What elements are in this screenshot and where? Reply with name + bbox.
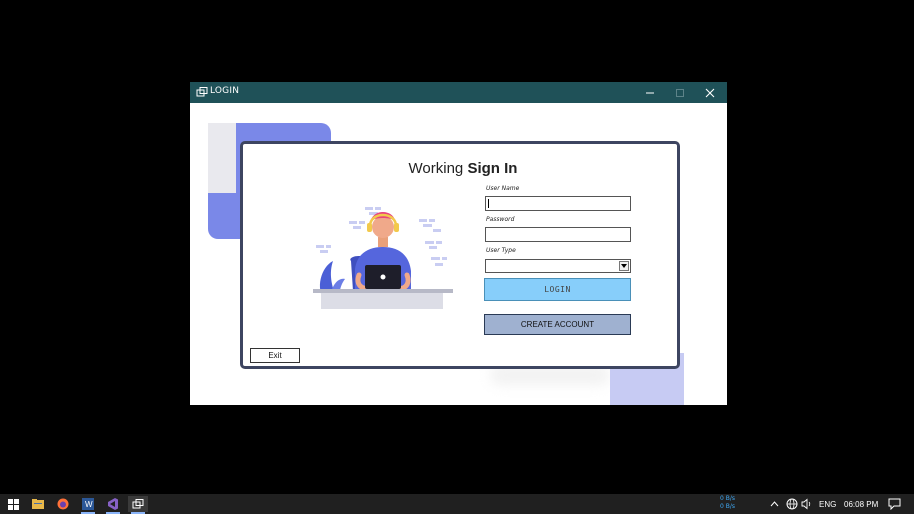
taskbar-firefox[interactable] [53, 496, 73, 512]
chevron-down-icon [621, 264, 627, 268]
chevron-up-icon[interactable] [770, 500, 779, 507]
heading-bold: Sign In [467, 160, 518, 177]
taskbar-word[interactable]: W [78, 496, 98, 514]
heading-regular: Working [408, 160, 464, 177]
speaker-icon[interactable] [801, 498, 813, 510]
usertype-select[interactable] [485, 259, 631, 273]
maximize-button[interactable] [665, 82, 695, 103]
firefox-icon [57, 498, 69, 510]
dropdown-button[interactable] [619, 261, 629, 271]
window-title: LOGIN [210, 86, 240, 96]
decorative-white-shape [684, 353, 727, 405]
windows-start-icon [7, 498, 19, 510]
minimize-icon [646, 92, 654, 93]
network-globe-icon[interactable] [786, 498, 798, 510]
username-input[interactable] [485, 196, 631, 211]
taskbar-login-app[interactable] [128, 496, 148, 514]
taskbar-visual-studio[interactable] [103, 496, 123, 514]
password-label: Password [486, 216, 515, 223]
decorative-gray-shape [208, 123, 236, 193]
password-input[interactable] [485, 227, 631, 242]
exit-button[interactable]: Exit [250, 348, 300, 363]
start-button[interactable] [3, 496, 23, 512]
clock[interactable]: 06:08 PM [844, 500, 878, 509]
svg-text:W: W [85, 500, 93, 509]
person-at-laptop-illustration [313, 207, 453, 309]
login-heading: Working Sign In [403, 160, 523, 177]
file-explorer-icon [32, 499, 44, 509]
taskbar: W 0 B/s 0 B/s ENG 06:08 PM [0, 494, 914, 514]
language-indicator[interactable]: ENG [819, 500, 836, 509]
app-window-icon [132, 499, 144, 509]
username-label: User Name [486, 185, 520, 192]
close-icon [705, 88, 715, 97]
login-card: Working Sign In User Name Password User … [240, 141, 680, 369]
create-account-button[interactable]: CREATE ACCOUNT [484, 314, 631, 335]
notification-icon[interactable] [888, 498, 901, 510]
net-down: 0 B/s [720, 503, 735, 510]
window-app-icon [196, 87, 208, 97]
word-icon: W [82, 498, 94, 510]
login-button[interactable]: LOGIN [484, 278, 631, 301]
window-client-area: Working Sign In User Name Password User … [190, 103, 727, 405]
desktop: LOGIN Working Sign In User Name Password… [0, 0, 914, 494]
visual-studio-icon [108, 498, 118, 510]
net-up: 0 B/s [720, 495, 735, 502]
close-button[interactable] [695, 82, 725, 103]
login-window: LOGIN Working Sign In User Name Password… [190, 82, 727, 405]
minimize-button[interactable] [635, 82, 665, 103]
usertype-label: User Type [486, 247, 516, 254]
network-speed: 0 B/s 0 B/s [720, 495, 735, 511]
title-bar[interactable]: LOGIN [190, 82, 727, 103]
maximize-icon [676, 88, 684, 97]
taskbar-file-explorer[interactable] [28, 496, 48, 512]
